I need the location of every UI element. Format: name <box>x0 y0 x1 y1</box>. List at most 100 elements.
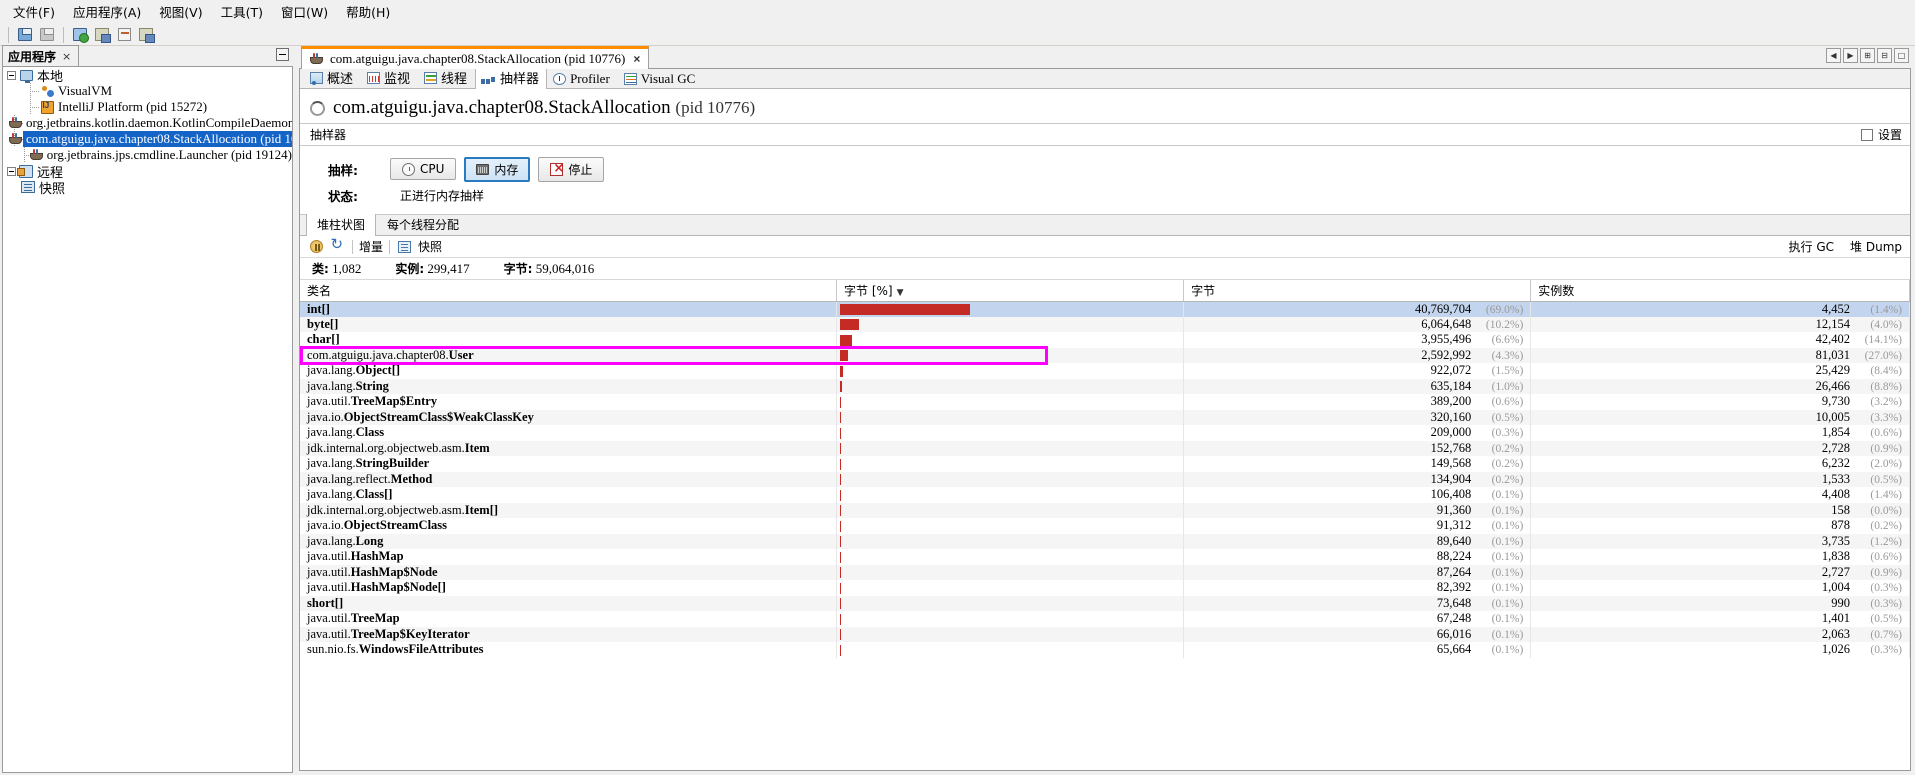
cell-bytes-value: 389,200 <box>1430 394 1472 409</box>
settings-checkbox[interactable] <box>1860 128 1873 141</box>
table-row[interactable]: java.lang.String 635,184 (1.0%) 26,466 (8.8%… <box>300 378 1910 394</box>
delta-button[interactable]: 增量 <box>359 238 383 255</box>
heap-dump-button[interactable]: 堆 Dump <box>1850 238 1902 255</box>
table-row[interactable]: java.util.TreeMap$Entry 389,200 (0.6%) 9,73… <box>300 394 1910 410</box>
table-row[interactable]: java.util.HashMap$Node[] 82,392 (0.1%) 1,00… <box>300 580 1910 596</box>
cell-instances: 158 (0.0%) <box>1530 502 1910 518</box>
cpu-sample-button[interactable]: CPU <box>390 158 457 180</box>
cell-bytes-value: 91,312 <box>1436 518 1472 533</box>
snapshot-camera-icon[interactable] <box>396 239 412 255</box>
status-value: 正进行内存抽样 <box>400 188 485 203</box>
column-header-class-name[interactable]: 类名 <box>300 280 837 302</box>
table-row[interactable]: java.util.HashMap 88,224 (0.1%) 1,838 (0.6%) <box>300 549 1910 565</box>
add-remote-host-icon[interactable] <box>114 26 134 44</box>
tree-item-kotlin-compile-daemon[interactable]: org.jetbrains.kotlin.daemon.KotlinCompil… <box>3 115 292 131</box>
table-row[interactable]: int[] 40,769,704 (69.0%) 4,452 (1.4%) <box>300 301 1910 317</box>
memory-sample-button[interactable]: 内存 <box>464 156 531 182</box>
minimize-icon[interactable] <box>276 48 289 61</box>
table-row[interactable]: java.io.ObjectStreamClass$WeakClassKey 32… <box>300 409 1910 425</box>
scroll-right-icon[interactable]: ▶ <box>1843 48 1858 63</box>
add-jmx-connection-icon[interactable] <box>70 26 90 44</box>
tab-sampler[interactable]: 抽样器 <box>475 69 548 89</box>
tab-overview[interactable]: 概述 <box>304 69 361 89</box>
menu-item-file[interactable]: 文件(F) <box>4 0 64 24</box>
table-row[interactable]: java.util.HashMap$Node 87,264 (0.1%) 2,727 (… <box>300 564 1910 580</box>
table-row[interactable]: java.lang.reflect.Method 134,904 (0.2%) 1,5… <box>300 471 1910 487</box>
scroll-left-icon[interactable]: ◀ <box>1826 48 1841 63</box>
tab-profiler[interactable]: Profiler <box>547 69 618 89</box>
stat-bytes: 字节: 59,064,016 <box>504 260 595 277</box>
settings-toggle[interactable]: 设置 <box>1860 126 1902 143</box>
bytes-percent-bar <box>840 443 842 455</box>
tab-visual-gc[interactable]: Visual GC <box>618 69 703 89</box>
table-row[interactable]: java.util.TreeMap$KeyIterator 66,016 (0.1%… <box>300 626 1910 642</box>
cell-bytes-percent: (0.1%) <box>1491 628 1524 641</box>
toolbar-divider <box>8 26 9 43</box>
tab-threads[interactable]: 线程 <box>418 69 475 89</box>
menu-item-window[interactable]: 窗口(W) <box>272 0 337 24</box>
table-row[interactable]: java.lang.Class 209,000 (0.3%) 1,854 (0.6%) <box>300 425 1910 441</box>
pause-icon[interactable] <box>308 239 324 255</box>
collapse-toggle-icon[interactable] <box>7 70 16 80</box>
stat-classes-value: 1,082 <box>332 261 362 276</box>
bytes-percent-bar <box>840 505 842 517</box>
table-row[interactable]: jdk.internal.org.objectweb.asm.Item[] 91,… <box>300 502 1910 518</box>
cell-instances-percent: (27.0%) <box>1864 349 1902 362</box>
table-row[interactable]: jdk.internal.org.objectweb.asm.Item 152,7… <box>300 440 1910 456</box>
minimize-window-icon[interactable]: ⊟ <box>1877 48 1892 63</box>
close-icon[interactable]: × <box>633 52 640 66</box>
snapshot-button[interactable]: 快照 <box>418 238 442 255</box>
menu-item-help[interactable]: 帮助(H) <box>337 0 399 24</box>
stop-sample-button[interactable]: 停止 <box>538 156 605 182</box>
save-icon[interactable] <box>37 26 57 44</box>
tab-monitor[interactable]: 监视 <box>361 69 418 89</box>
tree-item-snapshots[interactable]: 快照 <box>3 179 292 196</box>
refresh-icon[interactable] <box>330 235 346 255</box>
table-row[interactable]: java.lang.Class[] 106,408 (0.1%) 4,408 (1.4%… <box>300 487 1910 503</box>
tree-item-visualvm[interactable]: VisualVM <box>3 83 292 99</box>
table-row[interactable]: java.util.TreeMap 67,248 (0.1%) 1,401 (0.5%) <box>300 611 1910 627</box>
tree-item-stack-allocation[interactable]: com.atguigu.java.chapter08.StackAllocati… <box>3 131 292 147</box>
applications-tree[interactable]: 本地 VisualVM IntelliJ Platform (pid 15272… <box>2 66 293 773</box>
cell-bytes: 73,648 (0.1%) <box>1183 595 1532 611</box>
sampler-icon <box>481 72 496 84</box>
perform-gc-button[interactable]: 执行 GC <box>1789 238 1835 255</box>
table-row[interactable]: sun.nio.fs.WindowsFileAttributes 65,664 (0… <box>300 642 1910 658</box>
bytes-percent-bar <box>840 598 842 610</box>
tab-applications[interactable]: 应用程序 × <box>2 45 80 66</box>
tab-per-thread-allocation[interactable]: 每个线程分配 <box>376 214 470 236</box>
tab-heap-histogram[interactable]: 堆柱状图 <box>306 214 377 236</box>
menu-item-applications[interactable]: 应用程序(A) <box>64 0 150 24</box>
menu-item-tools[interactable]: 工具(T) <box>212 0 272 24</box>
table-row[interactable]: java.io.ObjectStreamClass 91,312 (0.1%) 878… <box>300 518 1910 534</box>
column-header-bytes[interactable]: 字节 <box>1183 280 1532 302</box>
tab-list-icon[interactable]: ⊞ <box>1860 48 1875 63</box>
close-icon[interactable]: × <box>62 50 71 63</box>
heap-histogram-table-wrap[interactable]: 类名 字节 [%] ▼ 字节 实例数 int[] 40,769,704 (69.0%)… <box>300 280 1910 770</box>
add-jmx-icon[interactable] <box>92 26 112 44</box>
cell-bytes: 65,664 (0.1%) <box>1183 642 1532 658</box>
column-header-instances[interactable]: 实例数 <box>1530 280 1910 302</box>
window-tab-stack-allocation[interactable]: com.atguigu.java.chapter08.StackAllocati… <box>301 46 650 69</box>
table-row[interactable]: java.lang.Long 89,640 (0.1%) 3,735 (1.2%) <box>300 533 1910 549</box>
cell-bytes-percent: (0.2%) <box>1491 458 1524 471</box>
table-row[interactable]: com.atguigu.java.chapter08.User 2,592,992… <box>300 347 1910 363</box>
cell-bytes: 88,224 (0.1%) <box>1183 549 1532 565</box>
menu-item-view[interactable]: 视图(V) <box>150 0 211 24</box>
bytes-percent-bar <box>840 520 842 532</box>
cell-instances-value: 81,031 <box>1815 347 1850 362</box>
table-row[interactable]: char[] 3,955,496 (6.6%) 42,402 (14.1%) <box>300 332 1910 348</box>
tree-item-intellij-platform[interactable]: IntelliJ Platform (pid 15272) <box>3 99 292 115</box>
cell-bytes-percent: (1.5%) <box>1491 365 1524 378</box>
column-header-bytes-pct[interactable]: 字节 [%] ▼ <box>836 280 1185 302</box>
maximize-window-icon[interactable]: □ <box>1894 48 1909 63</box>
add-vm-coredump-icon[interactable] <box>136 26 156 44</box>
table-row[interactable]: byte[] 6,064,648 (10.2%) 12,154 (4.0%) <box>300 316 1910 332</box>
table-row[interactable]: java.lang.Object[] 922,072 (1.5%) 25,429 (8.… <box>300 363 1910 379</box>
open-file-icon[interactable] <box>15 26 35 44</box>
tree-item-local[interactable]: 本地 <box>3 67 292 84</box>
collapse-toggle-icon[interactable] <box>7 166 16 176</box>
table-row[interactable]: short[] 73,648 (0.1%) 990 (0.3%) <box>300 595 1910 611</box>
sampler-section-bar: 抽样器 设置 <box>300 123 1910 146</box>
table-row[interactable]: java.lang.StringBuilder 149,568 (0.2%) 6,23… <box>300 456 1910 472</box>
